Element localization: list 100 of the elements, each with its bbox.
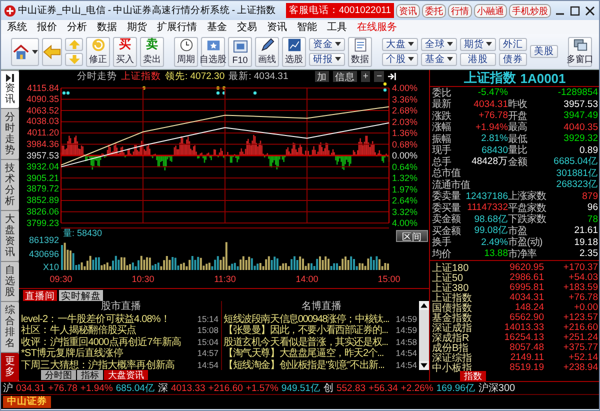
- news-headline[interactable]: 收评：沪指重回4000点再创近7年新高: [21, 334, 196, 349]
- menu-dropdown-button[interactable]: 全球: [421, 38, 457, 50]
- quick-button[interactable]: 委托: [422, 4, 446, 18]
- quote-value: 13.88: [483, 248, 508, 260]
- side-tab[interactable]: 大盘资讯: [1, 211, 19, 261]
- more-tab[interactable]: 更多: [1, 353, 19, 381]
- trade-button[interactable]: 买 买入: [113, 36, 137, 66]
- clock-icon: [178, 38, 194, 52]
- side-tab[interactable]: 分时走势: [1, 109, 19, 159]
- quote-value: 68430: [480, 144, 508, 156]
- menu-item[interactable]: 在线服务: [357, 20, 397, 34]
- menu-dropdown-button[interactable]: 期货: [460, 38, 496, 50]
- news-headline[interactable]: 【短线淘金】创业板指是"刻意"不出新...: [224, 358, 395, 372]
- ticker-percent: +1.57%: [246, 382, 278, 394]
- menu-dropdown-button[interactable]: 资金: [309, 38, 345, 50]
- menu-dropdown-button[interactable]: 个股: [382, 52, 418, 66]
- price-axis-label: 3932.04: [26, 161, 59, 172]
- news-headline[interactable]: 【张曼曼】因此，不要小看西部证券的...: [224, 323, 395, 338]
- toolbar-button[interactable]: 周期: [174, 36, 198, 66]
- toolbar-button[interactable]: 自选股: [201, 36, 225, 66]
- down-arrow-icon: [68, 54, 80, 64]
- chart-tool-button[interactable]: 信息: [332, 70, 357, 82]
- menu-item[interactable]: 分析: [67, 20, 87, 34]
- news-headline[interactable]: 社区：牛人揭秘翻倍股买点: [21, 323, 196, 338]
- quick-button[interactable]: 行情: [448, 4, 472, 18]
- toolbar-button[interactable]: 画线: [255, 36, 279, 66]
- news-tab[interactable]: 直播间: [23, 290, 57, 301]
- time-axis-label: 14:00: [296, 274, 318, 284]
- scroll-down-icon[interactable]: [419, 361, 429, 370]
- percent-axis-label: 4.00%: [392, 218, 418, 228]
- scroll-up-icon[interactable]: [419, 301, 429, 310]
- toolbar-button[interactable]: 多窗口: [568, 36, 592, 66]
- menu-dropdown-button[interactable]: 港股: [460, 52, 496, 66]
- menu-dropdown-button[interactable]: 外汇: [499, 38, 527, 50]
- collapse-arrow-icon[interactable]: [388, 72, 397, 80]
- index-tab[interactable]: 指数: [460, 371, 486, 381]
- menu-item[interactable]: 期货: [127, 20, 147, 34]
- toolbar-button[interactable]: 数据: [348, 36, 372, 66]
- menu-item[interactable]: 工具: [327, 20, 347, 34]
- side-tab[interactable]: 技术分析: [1, 160, 19, 210]
- range-button[interactable]: 区间: [396, 230, 428, 242]
- index-change: +375.77: [562, 342, 598, 353]
- toolbar-button[interactable]: 修正: [86, 36, 110, 66]
- news-headline[interactable]: 下周三大猜想：沪指大概率再创新高: [21, 358, 196, 372]
- news-time: 15:04: [196, 336, 218, 347]
- menu-dropdown-button[interactable]: 债券: [499, 52, 527, 66]
- percent-axis-label: 2.68%: [392, 106, 418, 116]
- time-axis-label: 15:00: [378, 274, 400, 284]
- chart-tool-button[interactable]: 加: [314, 70, 329, 82]
- chart-tool-button[interactable]: +: [360, 70, 370, 82]
- news-headline[interactable]: level-2：一牛股差价可获益4.08%！: [21, 312, 196, 326]
- menu-item[interactable]: 基金: [207, 20, 227, 34]
- menu-item[interactable]: 系统: [7, 20, 27, 34]
- news-headline[interactable]: 股道玄机今天看似是普涨，其实还是权...: [224, 334, 395, 349]
- menu-dropdown-button[interactable]: 大盘: [382, 38, 418, 50]
- home-button[interactable]: [11, 38, 39, 66]
- news-column-title: 股市直播: [100, 301, 142, 313]
- news-time: 15:08: [196, 325, 218, 336]
- toolbar-button[interactable]: F10: [228, 36, 252, 66]
- toolbar-button[interactable]: 选股: [282, 36, 306, 66]
- menu-item[interactable]: 智能: [297, 20, 317, 34]
- ticker-market: 深: [158, 382, 168, 394]
- quote-value: 98.68亿: [473, 212, 508, 226]
- maximize-icon[interactable]: [569, 4, 581, 16]
- quote-code: 1A0001: [520, 70, 566, 86]
- bottom-tab[interactable]: 大盘资讯: [104, 370, 148, 380]
- back-button[interactable]: [42, 38, 62, 66]
- news-headline[interactable]: *ST博元复牌后直线涨停: [21, 346, 196, 360]
- chart-tool-button[interactable]: −: [374, 70, 384, 82]
- news-headline[interactable]: 【淘气天尊】大盘盘尾逼空，昨天2个...: [224, 346, 395, 360]
- quick-button[interactable]: 手机炒股: [509, 4, 551, 18]
- menu-item[interactable]: 资讯: [267, 20, 287, 34]
- scrollbar[interactable]: [419, 301, 429, 370]
- quote-label: 平盘家数: [508, 202, 547, 214]
- quote-value: 0.89: [578, 144, 598, 156]
- quick-button[interactable]: 资讯: [396, 4, 420, 18]
- quick-button[interactable]: 小融通: [474, 4, 507, 18]
- menu-dropdown-button[interactable]: 基金: [421, 52, 457, 66]
- volume-axis-label: 861392: [28, 235, 59, 245]
- close-icon[interactable]: [584, 4, 596, 16]
- menu-dropdown-button[interactable]: 美股: [530, 45, 558, 58]
- menu-item[interactable]: 扩展行情: [157, 20, 197, 34]
- side-tab[interactable]: 资讯: [1, 71, 19, 108]
- ticker-change: +216.60: [208, 382, 243, 394]
- index-change: +54.03: [568, 272, 598, 283]
- bottom-tab[interactable]: 指标: [77, 370, 103, 380]
- quote-value: 99.08亿: [473, 224, 508, 238]
- side-tab[interactable]: 自选股: [1, 262, 19, 301]
- bottom-tab[interactable]: 分时图: [41, 370, 76, 380]
- time-axis-label: 11:30: [214, 274, 236, 284]
- trade-button[interactable]: 卖 卖出: [140, 36, 164, 66]
- ticker-amount: 685.04亿: [116, 382, 155, 394]
- menu-item[interactable]: 交易: [237, 20, 257, 34]
- menu-item[interactable]: 数据: [97, 20, 117, 34]
- news-headline[interactable]: 短线波段南天信息000948涨停；中核钛...: [224, 312, 395, 326]
- menu-item[interactable]: 报价: [37, 20, 57, 34]
- news-tab[interactable]: 实时解盘: [59, 290, 103, 301]
- menu-dropdown-button[interactable]: 研报: [309, 52, 345, 66]
- percent-axis-label: 2.03%: [392, 116, 418, 127]
- side-tab[interactable]: 综合排名: [1, 302, 19, 352]
